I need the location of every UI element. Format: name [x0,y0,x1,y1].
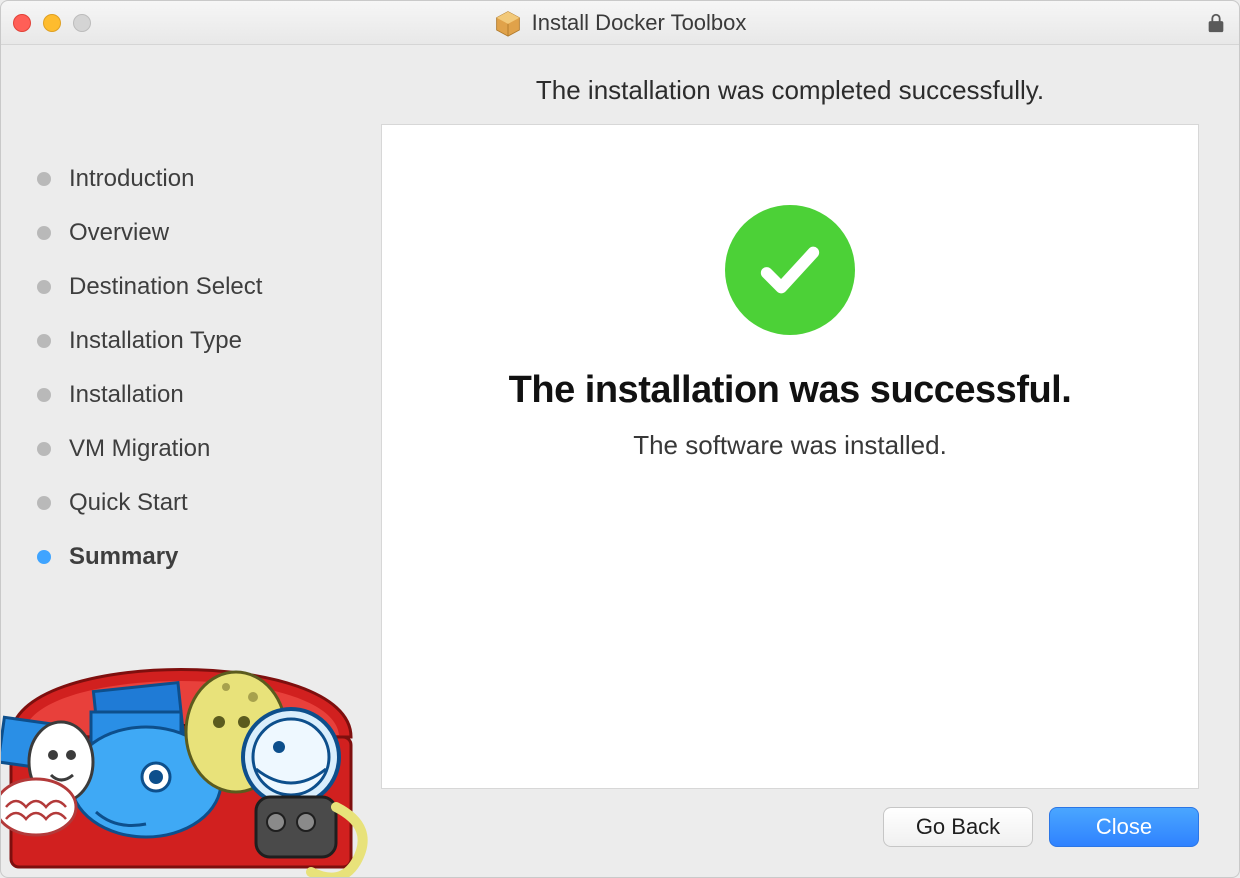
titlebar: Install Docker Toolbox [1,1,1239,45]
step-label: Overview [69,219,169,247]
close-button[interactable]: Close [1049,807,1199,847]
step-bullet-icon [37,172,51,186]
close-window-button[interactable] [13,14,31,32]
step-bullet-icon [37,280,51,294]
step-label: Destination Select [69,273,262,301]
page-subtitle: The installation was completed successfu… [381,75,1199,106]
lock-icon [1205,1,1227,44]
success-checkmark-icon [725,205,855,335]
maximize-window-button [73,14,91,32]
step-label: Quick Start [69,489,188,517]
step-label: Introduction [69,165,194,193]
step-bullet-icon [37,388,51,402]
step-installation-type: Installation Type [37,327,351,355]
step-quick-start: Quick Start [37,489,351,517]
step-vm-migration: VM Migration [37,435,351,463]
step-summary: Summary [37,543,351,571]
content-area: Introduction Overview Destination Select… [1,45,1239,877]
success-heading: The installation was successful. [509,369,1072,412]
step-label: VM Migration [69,435,210,463]
step-destination-select: Destination Select [37,273,351,301]
step-bullet-icon [37,442,51,456]
go-back-button[interactable]: Go Back [883,807,1033,847]
step-bullet-icon [37,334,51,348]
window-title: Install Docker Toolbox [532,10,747,36]
result-panel: The installation was successful. The sof… [381,124,1199,789]
minimize-window-button[interactable] [43,14,61,32]
step-introduction: Introduction [37,165,351,193]
step-bullet-icon [37,496,51,510]
step-label: Installation Type [69,327,242,355]
step-overview: Overview [37,219,351,247]
step-installation: Installation [37,381,351,409]
step-list: Introduction Overview Destination Select… [37,165,351,571]
title-wrap: Install Docker Toolbox [494,9,747,37]
package-icon [494,9,522,37]
window-controls [13,1,91,44]
success-message: The software was installed. [633,430,947,461]
sidebar: Introduction Overview Destination Select… [1,45,371,877]
main-panel-area: The installation was completed successfu… [371,45,1239,877]
footer-buttons: Go Back Close [381,807,1199,847]
step-label: Summary [69,543,178,571]
installer-window: Install Docker Toolbox Introduction Over… [0,0,1240,878]
docker-toolbox-art-icon [1,557,391,877]
step-label: Installation [69,381,184,409]
step-bullet-icon [37,226,51,240]
step-bullet-icon [37,550,51,564]
